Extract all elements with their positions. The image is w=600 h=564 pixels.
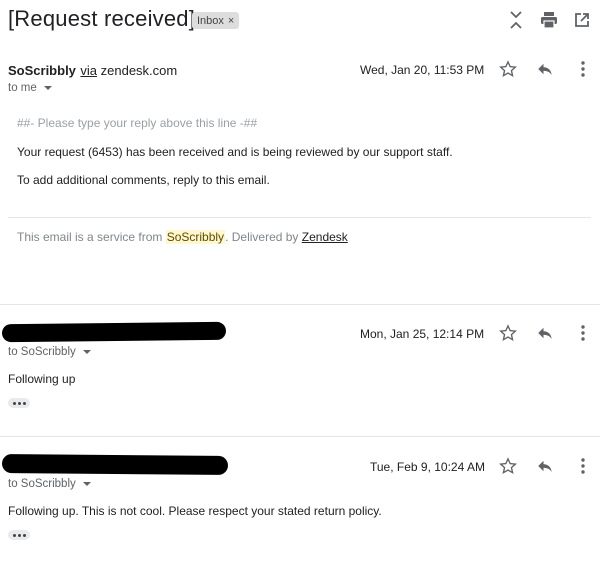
show-trimmed-content-button[interactable] (8, 530, 30, 540)
message-3-body: Following up. This is not cool. Please r… (8, 504, 382, 518)
more-options-icon[interactable] (572, 322, 594, 344)
email-subject: [Request received] (8, 6, 196, 31)
recipient-dropdown[interactable]: to me (8, 82, 52, 94)
chevron-down-icon (82, 350, 91, 354)
redacted-sender (1, 321, 227, 343)
remove-label-icon[interactable]: × (228, 15, 234, 27)
star-icon[interactable] (497, 322, 519, 344)
recipient-dropdown[interactable]: to SoScribbly (8, 346, 91, 358)
via-text: via zendesk.com (80, 63, 178, 78)
recipient-text: to SoScribbly (8, 346, 76, 358)
email-footer: This email is a service from SoScribbly.… (17, 230, 348, 244)
print-icon[interactable] (537, 8, 561, 32)
message-3-date: Tue, Feb 9, 10:24 AM (370, 460, 485, 474)
chevron-down-icon (82, 482, 91, 486)
footer-divider (8, 217, 591, 218)
reply-icon[interactable] (534, 58, 556, 80)
message-1-date: Wed, Jan 20, 11:53 PM (360, 63, 485, 77)
star-icon[interactable] (497, 455, 519, 477)
message-2-body: Following up (8, 372, 76, 386)
chevron-down-icon (43, 86, 52, 90)
message-divider (0, 304, 600, 305)
more-options-icon[interactable] (572, 58, 594, 80)
inbox-label-chip[interactable]: Inbox × (192, 12, 240, 29)
expand-collapse-icon[interactable] (504, 8, 528, 32)
star-icon[interactable] (497, 58, 519, 80)
reply-above-marker: ##- Please type your reply above this li… (17, 116, 258, 130)
reply-icon[interactable] (534, 455, 556, 477)
message-1-body-line-1: Your request (6453) has been received an… (17, 145, 453, 159)
message-1-sender-line: SoScribbly via zendesk.com (8, 62, 177, 80)
message-divider (0, 436, 600, 437)
zendesk-link[interactable]: Zendesk (302, 230, 348, 244)
message-1-body-line-2: To add additional comments, reply to thi… (17, 173, 270, 187)
recipient-dropdown[interactable]: to SoScribbly (8, 478, 91, 490)
inbox-label-text: Inbox (197, 14, 224, 27)
more-options-icon[interactable] (572, 455, 594, 477)
open-in-new-window-icon[interactable] (570, 8, 594, 32)
recipient-text: to me (8, 82, 37, 94)
reply-icon[interactable] (534, 322, 556, 344)
message-2-date: Mon, Jan 25, 12:14 PM (360, 327, 485, 341)
redacted-sender (1, 454, 229, 475)
sender-name[interactable]: SoScribbly (8, 63, 76, 78)
brand-highlight: SoScribbly (165, 230, 226, 244)
recipient-text: to SoScribbly (8, 478, 76, 490)
show-trimmed-content-button[interactable] (8, 398, 30, 408)
